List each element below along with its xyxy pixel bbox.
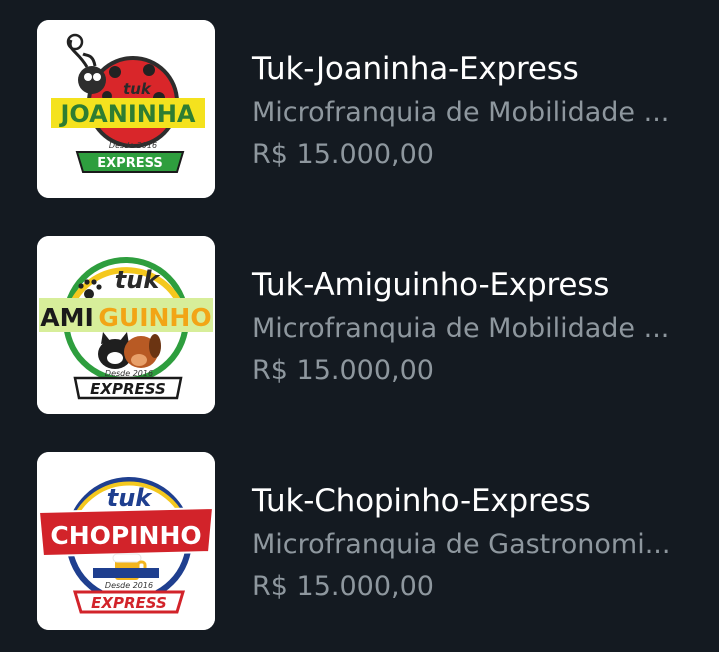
listing-title[interactable]: Tuk-Chopinho-Express bbox=[252, 482, 591, 520]
logo-since-text: Desde 2016 bbox=[105, 369, 153, 378]
logo-main-text: CHOPINHO bbox=[50, 521, 201, 550]
pets-logo-icon: tuk AMI GUINHO Desde 2016 EXPRESS bbox=[37, 236, 215, 414]
logo-main-text: JOANINHA bbox=[58, 100, 195, 128]
logo-bottom-text: EXPRESS bbox=[97, 156, 162, 171]
logo-main-text-a: AMI bbox=[40, 303, 94, 332]
logo-top-text: tuk bbox=[115, 266, 162, 294]
logo-top-text: tuk bbox=[123, 80, 152, 98]
logo-since-text: Desde 2016 bbox=[105, 581, 153, 590]
listing-subtitle: Microfranquia de Mobilidade ... bbox=[252, 97, 670, 128]
ladybug-logo-icon: tuk JOANINHA Desde 2016 EXPRESS bbox=[37, 20, 215, 198]
logo-bottom-text: EXPRESS bbox=[91, 594, 167, 612]
logo-since-text: Desde 2016 bbox=[109, 141, 157, 150]
listing-subtitle: Microfranquia de Gastronomi... bbox=[252, 529, 671, 560]
listing-price: R$ 15.000,00 bbox=[252, 139, 434, 170]
logo-bottom-text: EXPRESS bbox=[90, 380, 166, 398]
listing-price: R$ 15.000,00 bbox=[252, 355, 434, 386]
thumbnail-amiguinho: tuk AMI GUINHO Desde 2016 EXPRESS bbox=[37, 236, 215, 414]
listing-title[interactable]: Tuk-Joaninha-Express bbox=[252, 50, 579, 88]
list-item-tuk-joaninha[interactable]: tuk JOANINHA Desde 2016 EXPRESS Tuk-Joan… bbox=[0, 20, 719, 200]
logo-main-text-b: GUINHO bbox=[98, 303, 211, 332]
listing-title[interactable]: Tuk-Amiguinho-Express bbox=[252, 266, 609, 304]
listing-price: R$ 15.000,00 bbox=[252, 571, 434, 602]
listing-subtitle: Microfranquia de Mobilidade ... bbox=[252, 313, 670, 344]
beer-logo-icon: tuk CHOPINHO Desde 2016 EXPRESS bbox=[37, 452, 215, 630]
list-item-tuk-chopinho[interactable]: tuk CHOPINHO Desde 2016 EXPRESS Tuk-Chop… bbox=[0, 452, 719, 632]
thumbnail-joaninha: tuk JOANINHA Desde 2016 EXPRESS bbox=[37, 20, 215, 198]
logo-top-text: tuk bbox=[107, 484, 154, 512]
franchise-list: tuk JOANINHA Desde 2016 EXPRESS Tuk-Joan… bbox=[0, 0, 719, 652]
thumbnail-chopinho: tuk CHOPINHO Desde 2016 EXPRESS bbox=[37, 452, 215, 630]
list-item-tuk-amiguinho[interactable]: tuk AMI GUINHO Desde 2016 EXPRESS Tuk-Am… bbox=[0, 236, 719, 416]
